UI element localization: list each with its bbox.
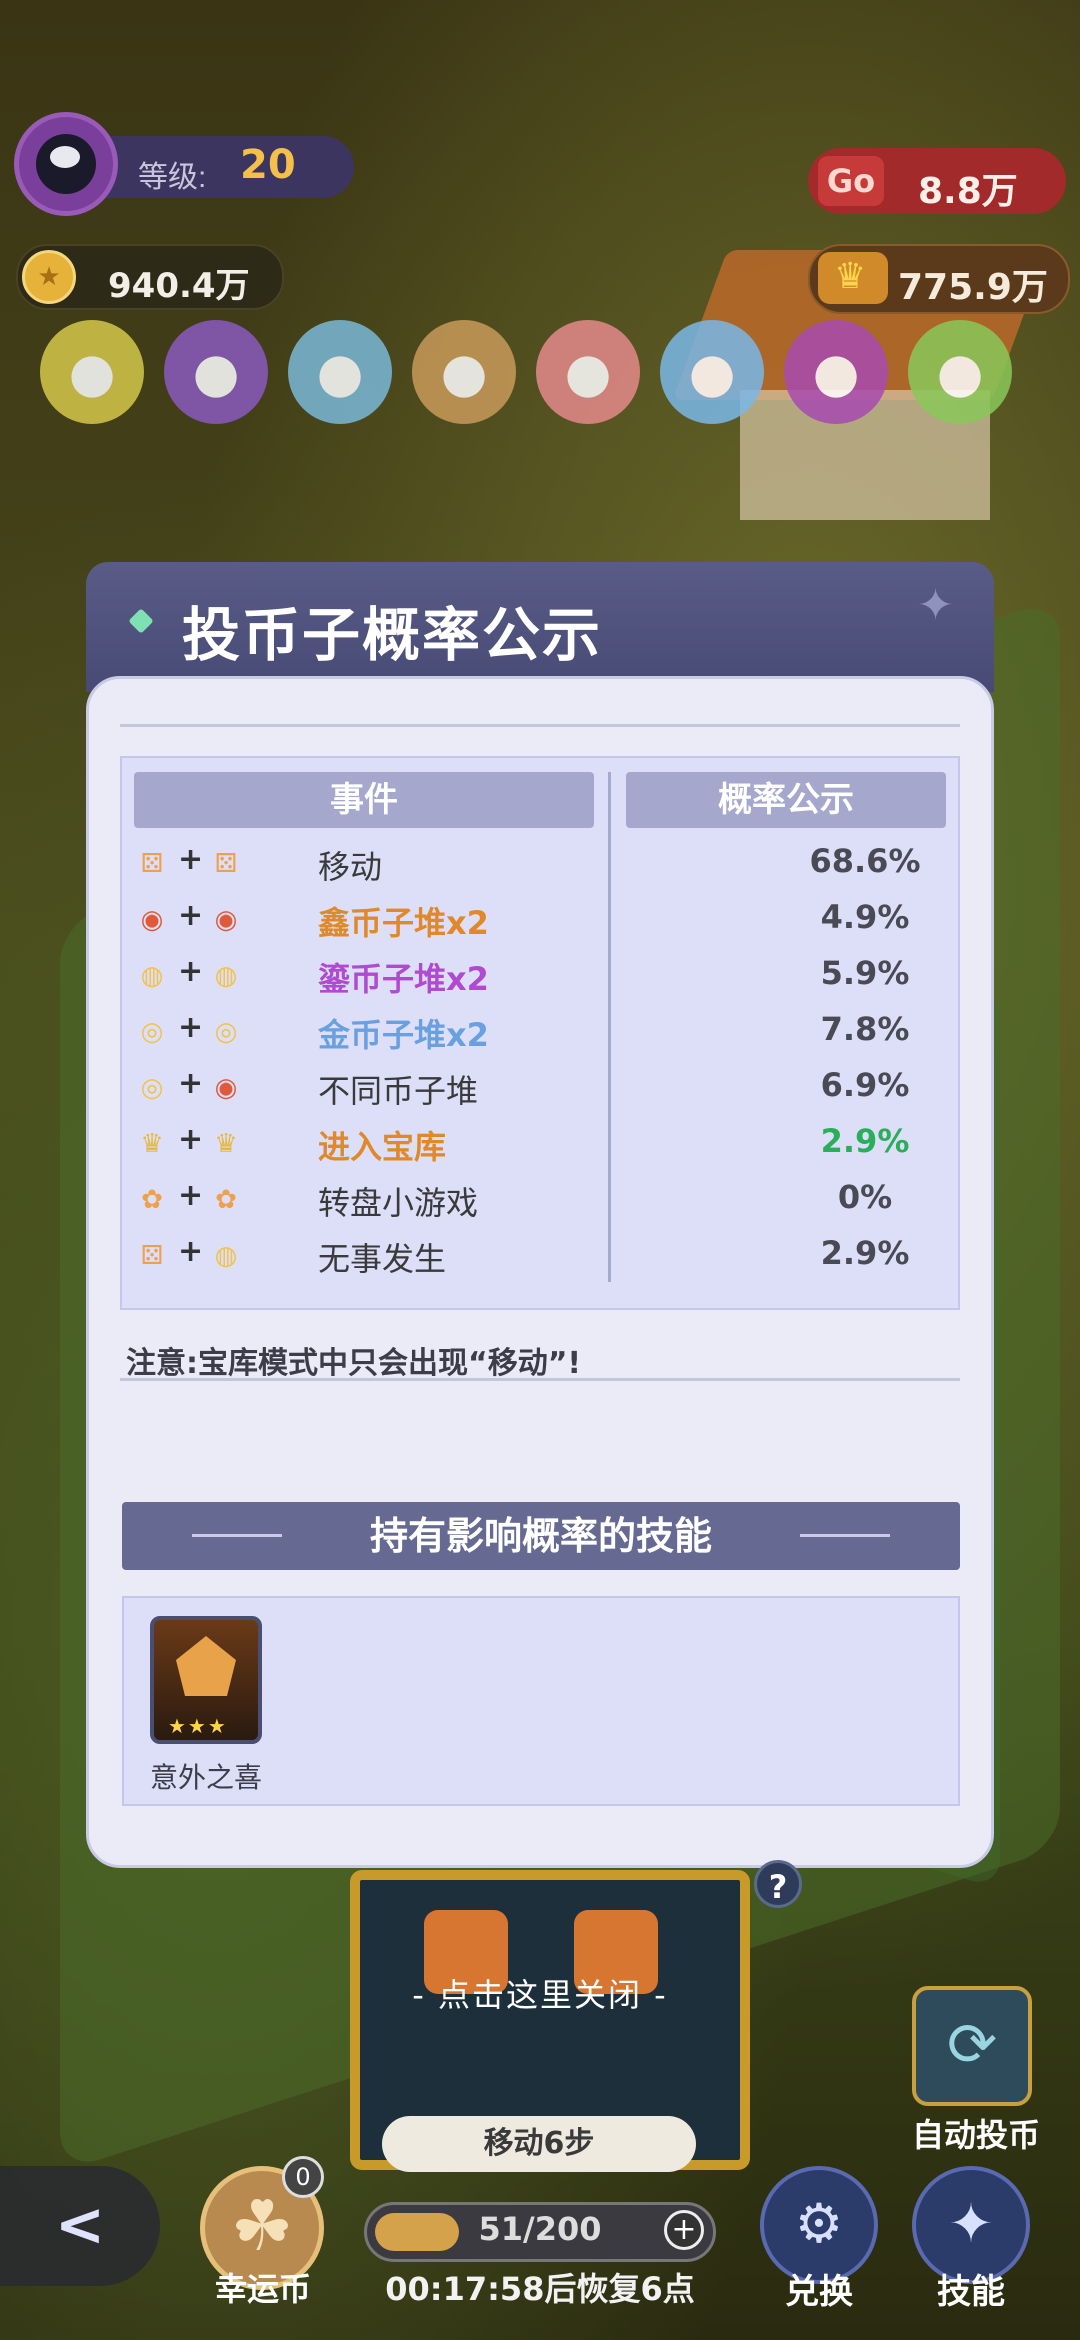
vault-value: 775.9万 xyxy=(898,267,1048,308)
pet-row: ● ● ● ● ● ● ● ● xyxy=(40,320,1060,430)
dice-icon: ⚄ xyxy=(214,849,238,879)
banner-ornament-left xyxy=(192,1534,282,1537)
probability-value: 0% xyxy=(837,1178,893,1216)
divider-top xyxy=(120,724,960,727)
gold-coin-icon: ◎ xyxy=(214,1017,238,1047)
gem-pet-icon[interactable]: ● xyxy=(784,320,888,424)
crown-icon: ♛ xyxy=(214,1129,238,1159)
add-energy-button[interactable]: + xyxy=(664,2210,704,2250)
event-label: 鑫币子堆x2 xyxy=(318,904,489,942)
vault-balance[interactable]: 775.9万 xyxy=(808,244,1070,314)
wheel-icon: ✿ xyxy=(215,1185,237,1215)
blue-bird-pet-icon[interactable]: ● xyxy=(288,320,392,424)
bird-pet-icon[interactable]: ● xyxy=(40,320,144,424)
money-bag-icon: ◉ xyxy=(214,1073,238,1103)
table-row: ◎ + ◉ 不同币子堆 6.9% xyxy=(134,1062,1004,1118)
probability-value: 6.9% xyxy=(820,1066,910,1104)
plus-icon: + xyxy=(178,1234,204,1269)
skill-stars: ★★★ xyxy=(168,1714,228,1738)
skills-title: 持有影响概率的技能 xyxy=(369,1514,712,1558)
exchange-label: 兑换 xyxy=(785,2272,853,2312)
crown-icon: ♛ xyxy=(140,1129,164,1159)
event-label: 鎏币子堆x2 xyxy=(318,960,489,998)
table-row: ⚄ + ◍ 无事发生 2.9% xyxy=(134,1230,1004,1286)
probability-value: 2.9% xyxy=(820,1122,910,1160)
event-label: 金币子堆x2 xyxy=(318,1016,489,1054)
gift-icon xyxy=(176,1636,236,1696)
gift-book-pet-icon[interactable]: ● xyxy=(164,320,268,424)
coin-balance[interactable]: ★ 940.4万 xyxy=(16,244,284,310)
game-scene: 等级: 20 ★ 940.4万 Go 8.8万 775.9万 ●●●●●●●● … xyxy=(0,0,1080,2340)
pufferfish-pet-icon[interactable]: ● xyxy=(660,320,764,424)
coin-pile-icon: ◍ xyxy=(214,1241,238,1271)
table-row: ♛ + ♛ 进入宝库 2.9% xyxy=(134,1118,1004,1174)
coin-pile-icon: ◍ xyxy=(140,961,164,991)
bread-pet-icon[interactable]: ● xyxy=(412,320,516,424)
go-value: 8.8万 xyxy=(918,171,1018,212)
table-row: ◎ + ◎ 金币子堆x2 7.8% xyxy=(134,1006,1004,1062)
dice-icon: ⚄ xyxy=(140,849,164,879)
money-bag-icon: ◉ xyxy=(140,905,164,935)
wheel-icon: ✿ xyxy=(141,1185,163,1215)
event-label: 无事发生 xyxy=(318,1240,447,1278)
auto-roll-button[interactable]: ⟳ xyxy=(912,1986,1032,2106)
event-label: 进入宝库 xyxy=(318,1128,447,1166)
vault-icon xyxy=(818,252,888,304)
plus-icon: + xyxy=(178,842,204,877)
back-button[interactable]: < xyxy=(0,2166,160,2286)
plus-icon: + xyxy=(178,954,204,989)
coin-value: 940.4万 xyxy=(108,266,250,306)
skill-label: 技能 xyxy=(937,2272,1005,2312)
table-row: ◍ + ◍ 鎏币子堆x2 5.9% xyxy=(134,950,1004,1006)
probability-value: 4.9% xyxy=(820,898,910,936)
probability-value: 5.9% xyxy=(820,954,910,992)
coin-pile-icon: ◍ xyxy=(214,961,238,991)
plus-icon: + xyxy=(178,1178,204,1213)
dice-icon: ⚄ xyxy=(140,1241,164,1271)
skill-name: 意外之喜 xyxy=(150,1761,263,1794)
move-steps-label: 移动6步 xyxy=(382,2116,696,2172)
table-row: ⚄ + ⚄ 移动 68.6% xyxy=(134,838,1004,894)
banner-ornament-right xyxy=(800,1534,890,1537)
skill-card[interactable]: ★★★ xyxy=(150,1616,262,1744)
event-label: 转盘小游戏 xyxy=(318,1184,479,1222)
auto-roll-label: 自动投币 xyxy=(911,2116,1040,2154)
lucky-coin-label: 幸运币 xyxy=(214,2270,311,2308)
avatar[interactable] xyxy=(14,112,118,216)
help-icon[interactable]: ? xyxy=(754,1860,802,1908)
coin-icon: ★ xyxy=(22,250,76,304)
gold-coin-icon: ◎ xyxy=(140,1017,164,1047)
level-value: 20 xyxy=(240,142,296,188)
table-row: ◉ + ◉ 鑫币子堆x2 4.9% xyxy=(134,894,1004,950)
event-label: 移动 xyxy=(318,848,383,886)
gold-coin-icon: ◎ xyxy=(140,1073,164,1103)
probability-value: 7.8% xyxy=(820,1010,910,1048)
lucky-coin-badge: 0 xyxy=(282,2156,324,2198)
divider-bottom xyxy=(120,1378,960,1381)
level-label: 等级: xyxy=(138,161,207,194)
probability-value: 68.6% xyxy=(809,842,921,880)
pig-pet-icon[interactable]: ● xyxy=(536,320,640,424)
modal-header: 投币子概率公示 xyxy=(86,562,994,692)
modal-title: 投币子概率公示 xyxy=(182,601,603,669)
go-icon: Go xyxy=(818,156,884,206)
skills-banner: 持有影响概率的技能 xyxy=(122,1502,960,1570)
diamond-icon xyxy=(128,608,154,634)
avatar-icon xyxy=(36,134,96,194)
note-text: 注意:宝库模式中只会出现“移动”! xyxy=(126,1346,582,1381)
column-header-event: 事件 xyxy=(134,772,594,828)
plus-icon: + xyxy=(178,898,204,933)
green-bird-pet-icon[interactable]: ● xyxy=(908,320,1012,424)
go-balance[interactable]: Go 8.8万 xyxy=(808,148,1066,214)
money-bag-icon: ◉ xyxy=(214,905,238,935)
plus-icon: + xyxy=(178,1122,204,1157)
plus-icon: + xyxy=(178,1010,204,1045)
player-level-bar[interactable]: 等级: 20 xyxy=(14,112,354,216)
event-label: 不同币子堆 xyxy=(318,1072,479,1110)
table-row: ✿ + ✿ 转盘小游戏 0% xyxy=(134,1174,1004,1230)
energy-timer: 00:17:58后恢复6点 xyxy=(385,2270,695,2308)
column-header-probability: 概率公示 xyxy=(626,772,946,828)
plus-icon: + xyxy=(178,1066,204,1101)
probability-value: 2.9% xyxy=(820,1234,910,1272)
